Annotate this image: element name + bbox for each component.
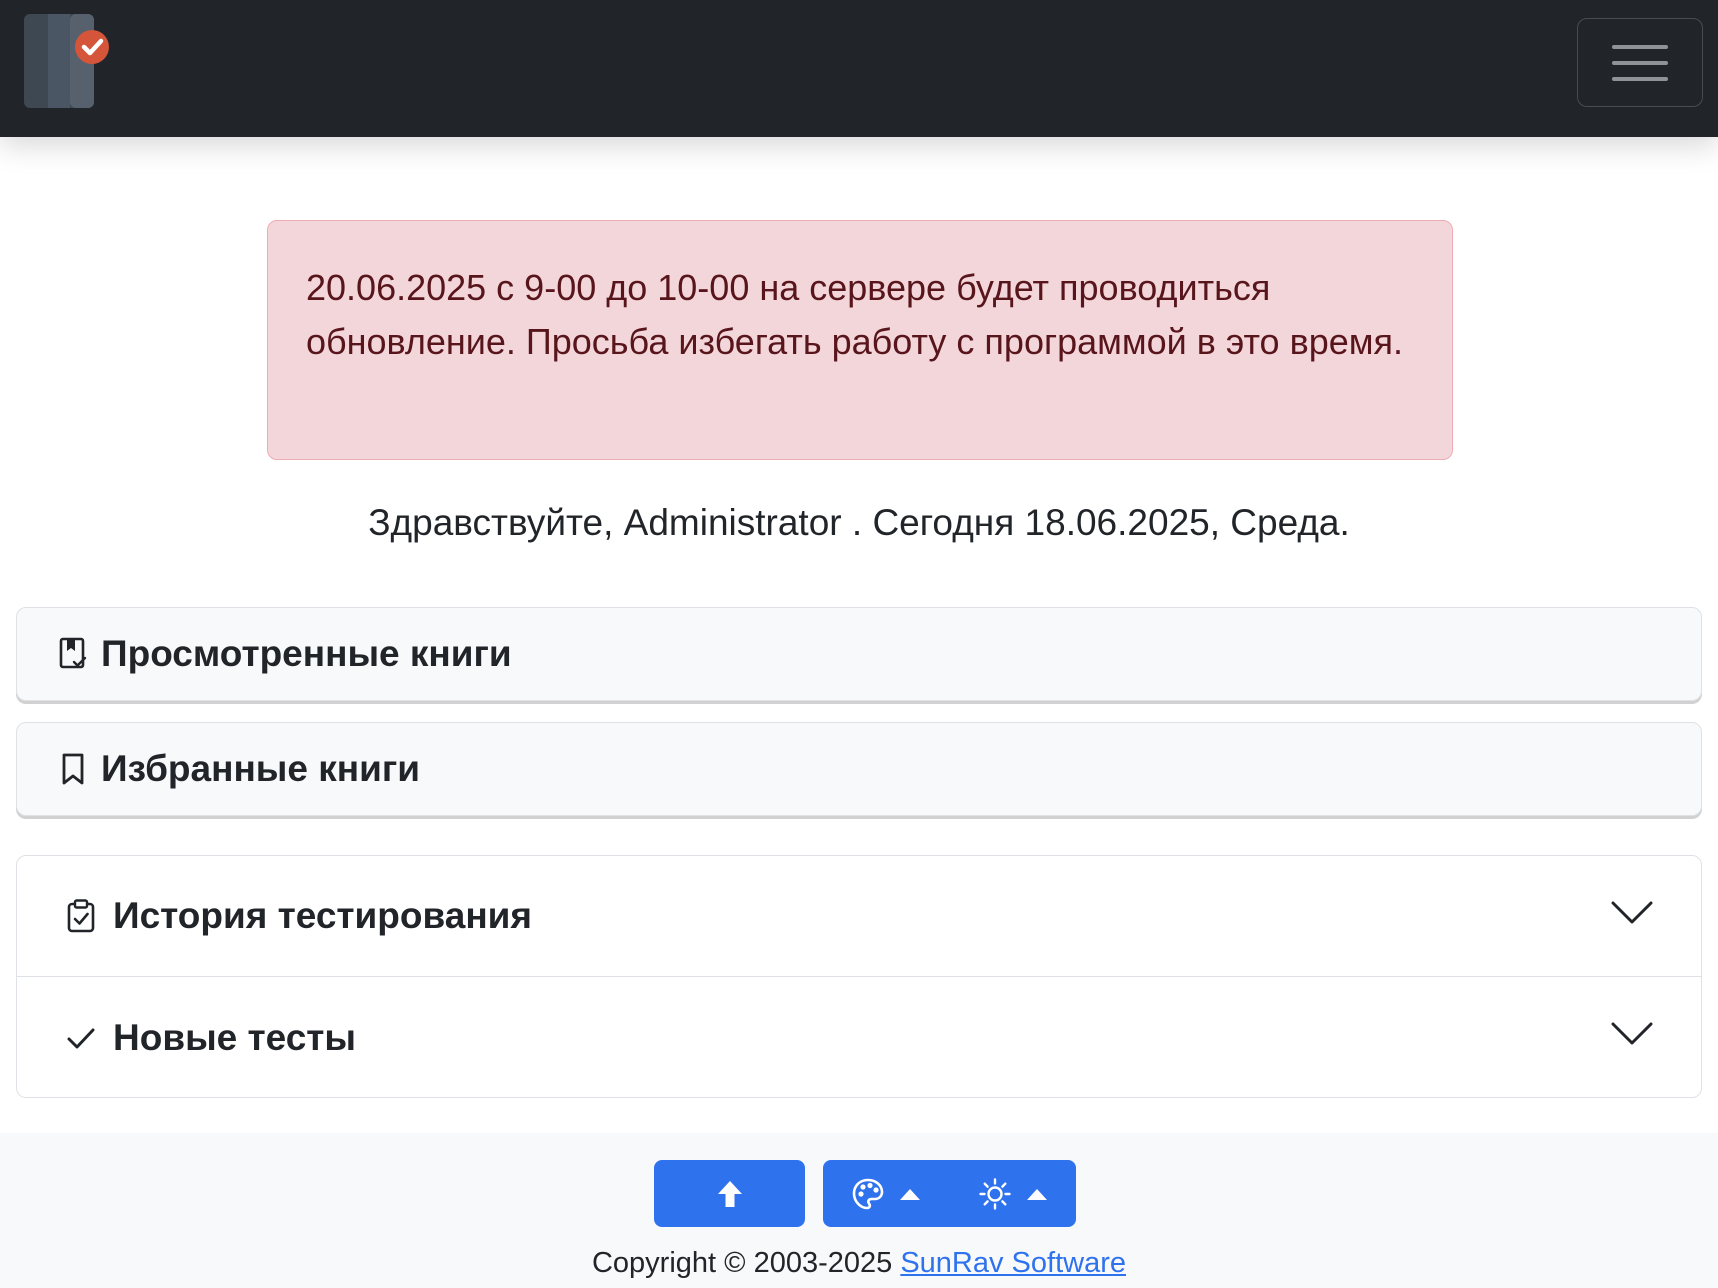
company-link[interactable]: SunRav Software [900, 1247, 1126, 1279]
check-icon [65, 1020, 97, 1056]
palette-icon [852, 1178, 884, 1209]
bookmark-check-icon [57, 636, 89, 672]
scroll-top-button[interactable] [654, 1160, 805, 1227]
bookmark-icon [57, 751, 89, 787]
alert-text: 20.06.2025 с 9-00 до 10-00 на сервере бу… [306, 267, 1403, 362]
viewed-books-title: Просмотренные книги [101, 633, 512, 674]
favorite-books-card[interactable]: Избранные книги [16, 722, 1702, 816]
new-tests-title: Новые тесты [113, 1016, 357, 1058]
tests-accordion: История тестирования Новые тесты [16, 855, 1702, 1098]
clipboard-check-icon [65, 898, 97, 934]
hamburger-icon [1612, 44, 1668, 81]
viewed-books-card[interactable]: Просмотренные книги [16, 607, 1702, 701]
sun-icon [978, 1177, 1011, 1210]
arrow-up-icon [717, 1180, 742, 1207]
chevron-down-icon[interactable] [1611, 1021, 1653, 1047]
top-navbar [0, 0, 1718, 137]
chevron-down-icon[interactable] [1611, 900, 1653, 926]
favorite-books-title: Избранные книги [101, 748, 421, 789]
color-mode-button[interactable] [949, 1160, 1076, 1227]
copyright-text: Copyright © 2003-2025 [591, 1247, 893, 1279]
accordion-item-new-tests[interactable]: Новые тесты [17, 977, 1701, 1097]
copyright-line: Copyright © 2003-2025 SunRav Software [0, 1244, 1718, 1282]
app-logo[interactable] [24, 14, 120, 108]
caret-up-icon [900, 1188, 920, 1200]
menu-toggle-button[interactable] [1577, 18, 1703, 107]
greeting-text: Здравствуйте, Administrator . Сегодня 18… [368, 502, 1350, 543]
footer: Copyright © 2003-2025 SunRav Software [0, 1133, 1718, 1288]
accordion-item-testing-history[interactable]: История тестирования [17, 856, 1701, 977]
logo-book-check-icon [24, 14, 109, 108]
caret-up-icon [1026, 1188, 1047, 1200]
maintenance-alert: 20.06.2025 с 9-00 до 10-00 на сервере бу… [267, 220, 1453, 460]
appearance-button-group [823, 1160, 1076, 1227]
theme-color-button[interactable] [823, 1160, 949, 1227]
testing-history-title: История тестирования [113, 895, 532, 936]
